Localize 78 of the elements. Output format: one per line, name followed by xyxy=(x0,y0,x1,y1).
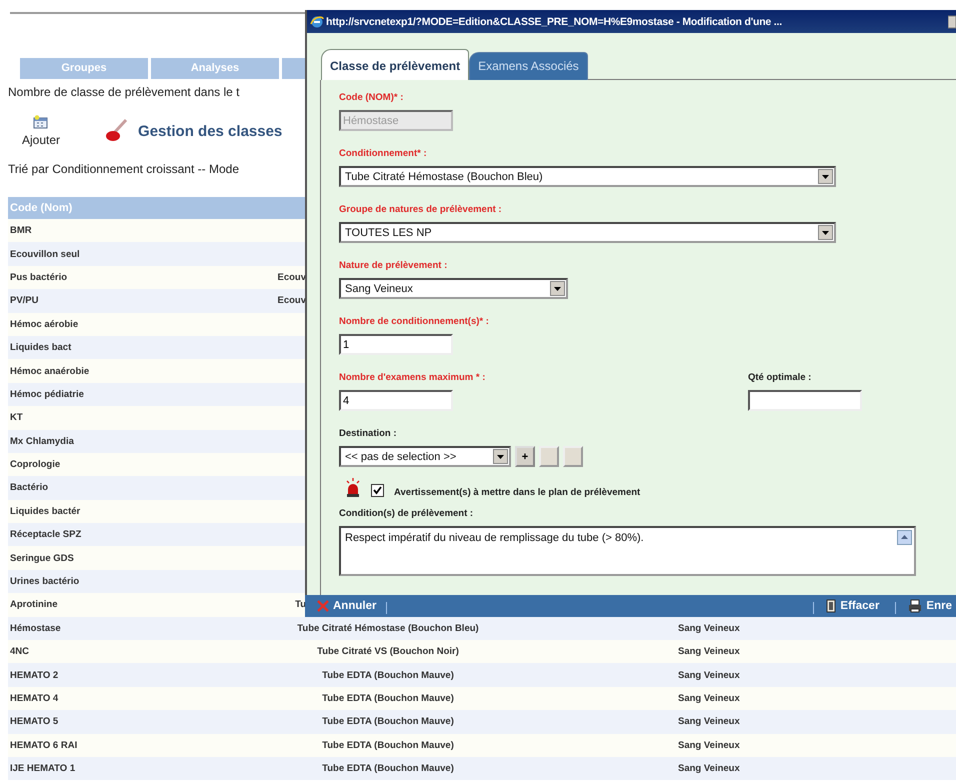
table-cell-text: Urines bactério xyxy=(9,576,80,588)
scroll-up-icon[interactable] xyxy=(897,530,912,545)
dropdown[interactable]: TOUTES LES NP xyxy=(339,222,836,243)
field-label: Qté optimale : xyxy=(748,372,812,385)
table-cell-text: Mx Chlamydia xyxy=(9,436,75,447)
save-button[interactable]: Enre xyxy=(904,599,956,613)
table-cell-text: Bactério xyxy=(9,482,50,494)
table-cell-text: PV/PU xyxy=(9,295,40,306)
checkbox[interactable] xyxy=(371,484,384,496)
table-cell-text: Aprotinine xyxy=(9,599,58,610)
table-cell-text: Liquides bact xyxy=(9,342,72,354)
table-cell-text: Ecouvillon seul xyxy=(9,248,81,260)
close-icon xyxy=(317,600,329,612)
table-cell: Ecouv xyxy=(277,295,306,306)
table-cell-text: HEMATO 4 xyxy=(9,693,60,704)
table-cell: Sang Veineux xyxy=(678,670,740,681)
table-cell: Tube EDTA (Bouchon Mauve) xyxy=(322,670,454,681)
table-cell-text: Liquides bactér xyxy=(9,506,82,517)
table-cell-text: HEMATO 5 xyxy=(9,716,60,728)
window-title: http://srvcnetexp1/?MODE=Edition&CLASSE_PRE_NOM=H%E9mostase - Modification d'une ... xyxy=(326,16,783,28)
table-cell: Sang Veineux xyxy=(678,646,740,658)
printer-icon xyxy=(908,599,922,613)
add-button[interactable]: Ajouter xyxy=(22,115,60,147)
table-cell-text: Hémostase xyxy=(9,622,62,634)
table-cell-text: Hémoc aérobie xyxy=(9,318,80,330)
table-cell: Tube Citraté Hémostase (Bouchon Bleu) xyxy=(297,622,479,634)
field-label: Nature de prélèvement : xyxy=(339,260,448,273)
dropdown[interactable]: Sang Veineux xyxy=(339,278,568,299)
table-cell-text: Coprologie xyxy=(9,459,62,470)
field-label: Nombre de conditionnement(s)* : xyxy=(339,316,489,329)
field-label: Conditionnement* : xyxy=(339,148,428,161)
calendar-icon xyxy=(33,115,50,129)
globe-icon xyxy=(310,14,324,28)
table-cell: Tube EDTA (Bouchon Mauve) xyxy=(322,740,454,751)
sort-text: Trié par Conditionnement croissant -- Mode xyxy=(8,162,239,176)
table-cell-text: Réceptacle SPZ xyxy=(9,529,82,540)
table-cell-text: Hémoc pédiatrie xyxy=(9,388,85,400)
table-cell: Sang Veineux xyxy=(678,622,740,634)
clear-button[interactable]: Effacer xyxy=(822,599,884,613)
table-cell-text: Seringue GDS xyxy=(9,552,75,564)
tab[interactable]: Classe de prélèvement xyxy=(321,49,470,80)
field-label: Destination : xyxy=(339,428,398,441)
table-cell-text: KT xyxy=(9,412,24,424)
field-label: Code (NOM)* : xyxy=(339,92,404,105)
table-cell: Sang Veineux xyxy=(678,693,740,704)
table-cell: Ecouv xyxy=(277,272,306,283)
input-field[interactable]: 1 xyxy=(339,334,453,355)
table-cell: Tube Citraté VS (Bouchon Noir) xyxy=(317,646,459,658)
field-label: Condition(s) de prélèvement : xyxy=(339,508,474,521)
siren-icon xyxy=(345,478,361,498)
table-cell-text: IJE HEMATO 1 xyxy=(9,763,76,774)
count-text: Nombre de classe de prélèvement dans le t xyxy=(8,85,240,99)
table-cell-text: HEMATO 2 xyxy=(9,670,60,681)
table-cell: Tube EDTA (Bouchon Mauve) xyxy=(322,693,454,704)
table-cell: Tube EDTA (Bouchon Mauve) xyxy=(322,763,454,774)
field-label: Nombre d'examens maximum * : xyxy=(339,372,486,385)
input-field[interactable] xyxy=(748,390,862,411)
window-icon xyxy=(948,14,956,28)
table-cell: Tube EDTA (Bouchon Mauve) xyxy=(322,716,454,728)
page-heading: Gestion des classes xyxy=(138,122,282,140)
table-cell: Sang Veineux xyxy=(678,740,740,751)
table-cell-text: Hémoc anaérobie xyxy=(9,366,90,377)
text-area[interactable]: Respect impératif du niveau de remplissage du tube (> 80%). xyxy=(339,526,916,576)
checkbox-label: Avertissement(s) à mettre dans le plan de prélèvement xyxy=(394,486,640,498)
table-cell-text: BMR xyxy=(9,225,33,236)
table-cell: Sang Veineux xyxy=(678,763,740,774)
table-cell-text: Pus bactério xyxy=(9,272,68,283)
input-field[interactable]: 4 xyxy=(339,390,453,411)
table-cell-text: 4NC xyxy=(9,646,30,658)
tab[interactable]: Examens Associés xyxy=(469,52,588,80)
table-cell: Sang Veineux xyxy=(678,716,740,728)
eraser-icon xyxy=(826,599,836,613)
table-cell-text: HEMATO 6 RAI xyxy=(9,740,78,751)
cancel-button[interactable]: Annuler xyxy=(313,600,380,612)
field-label: Groupe de natures de prélèvement : xyxy=(339,204,503,217)
dropdown[interactable]: Tube Citraté Hémostase (Bouchon Bleu) xyxy=(339,166,836,187)
dropdown[interactable]: << pas de selection >> xyxy=(339,446,511,467)
tool-button[interactable]: + xyxy=(515,446,535,467)
